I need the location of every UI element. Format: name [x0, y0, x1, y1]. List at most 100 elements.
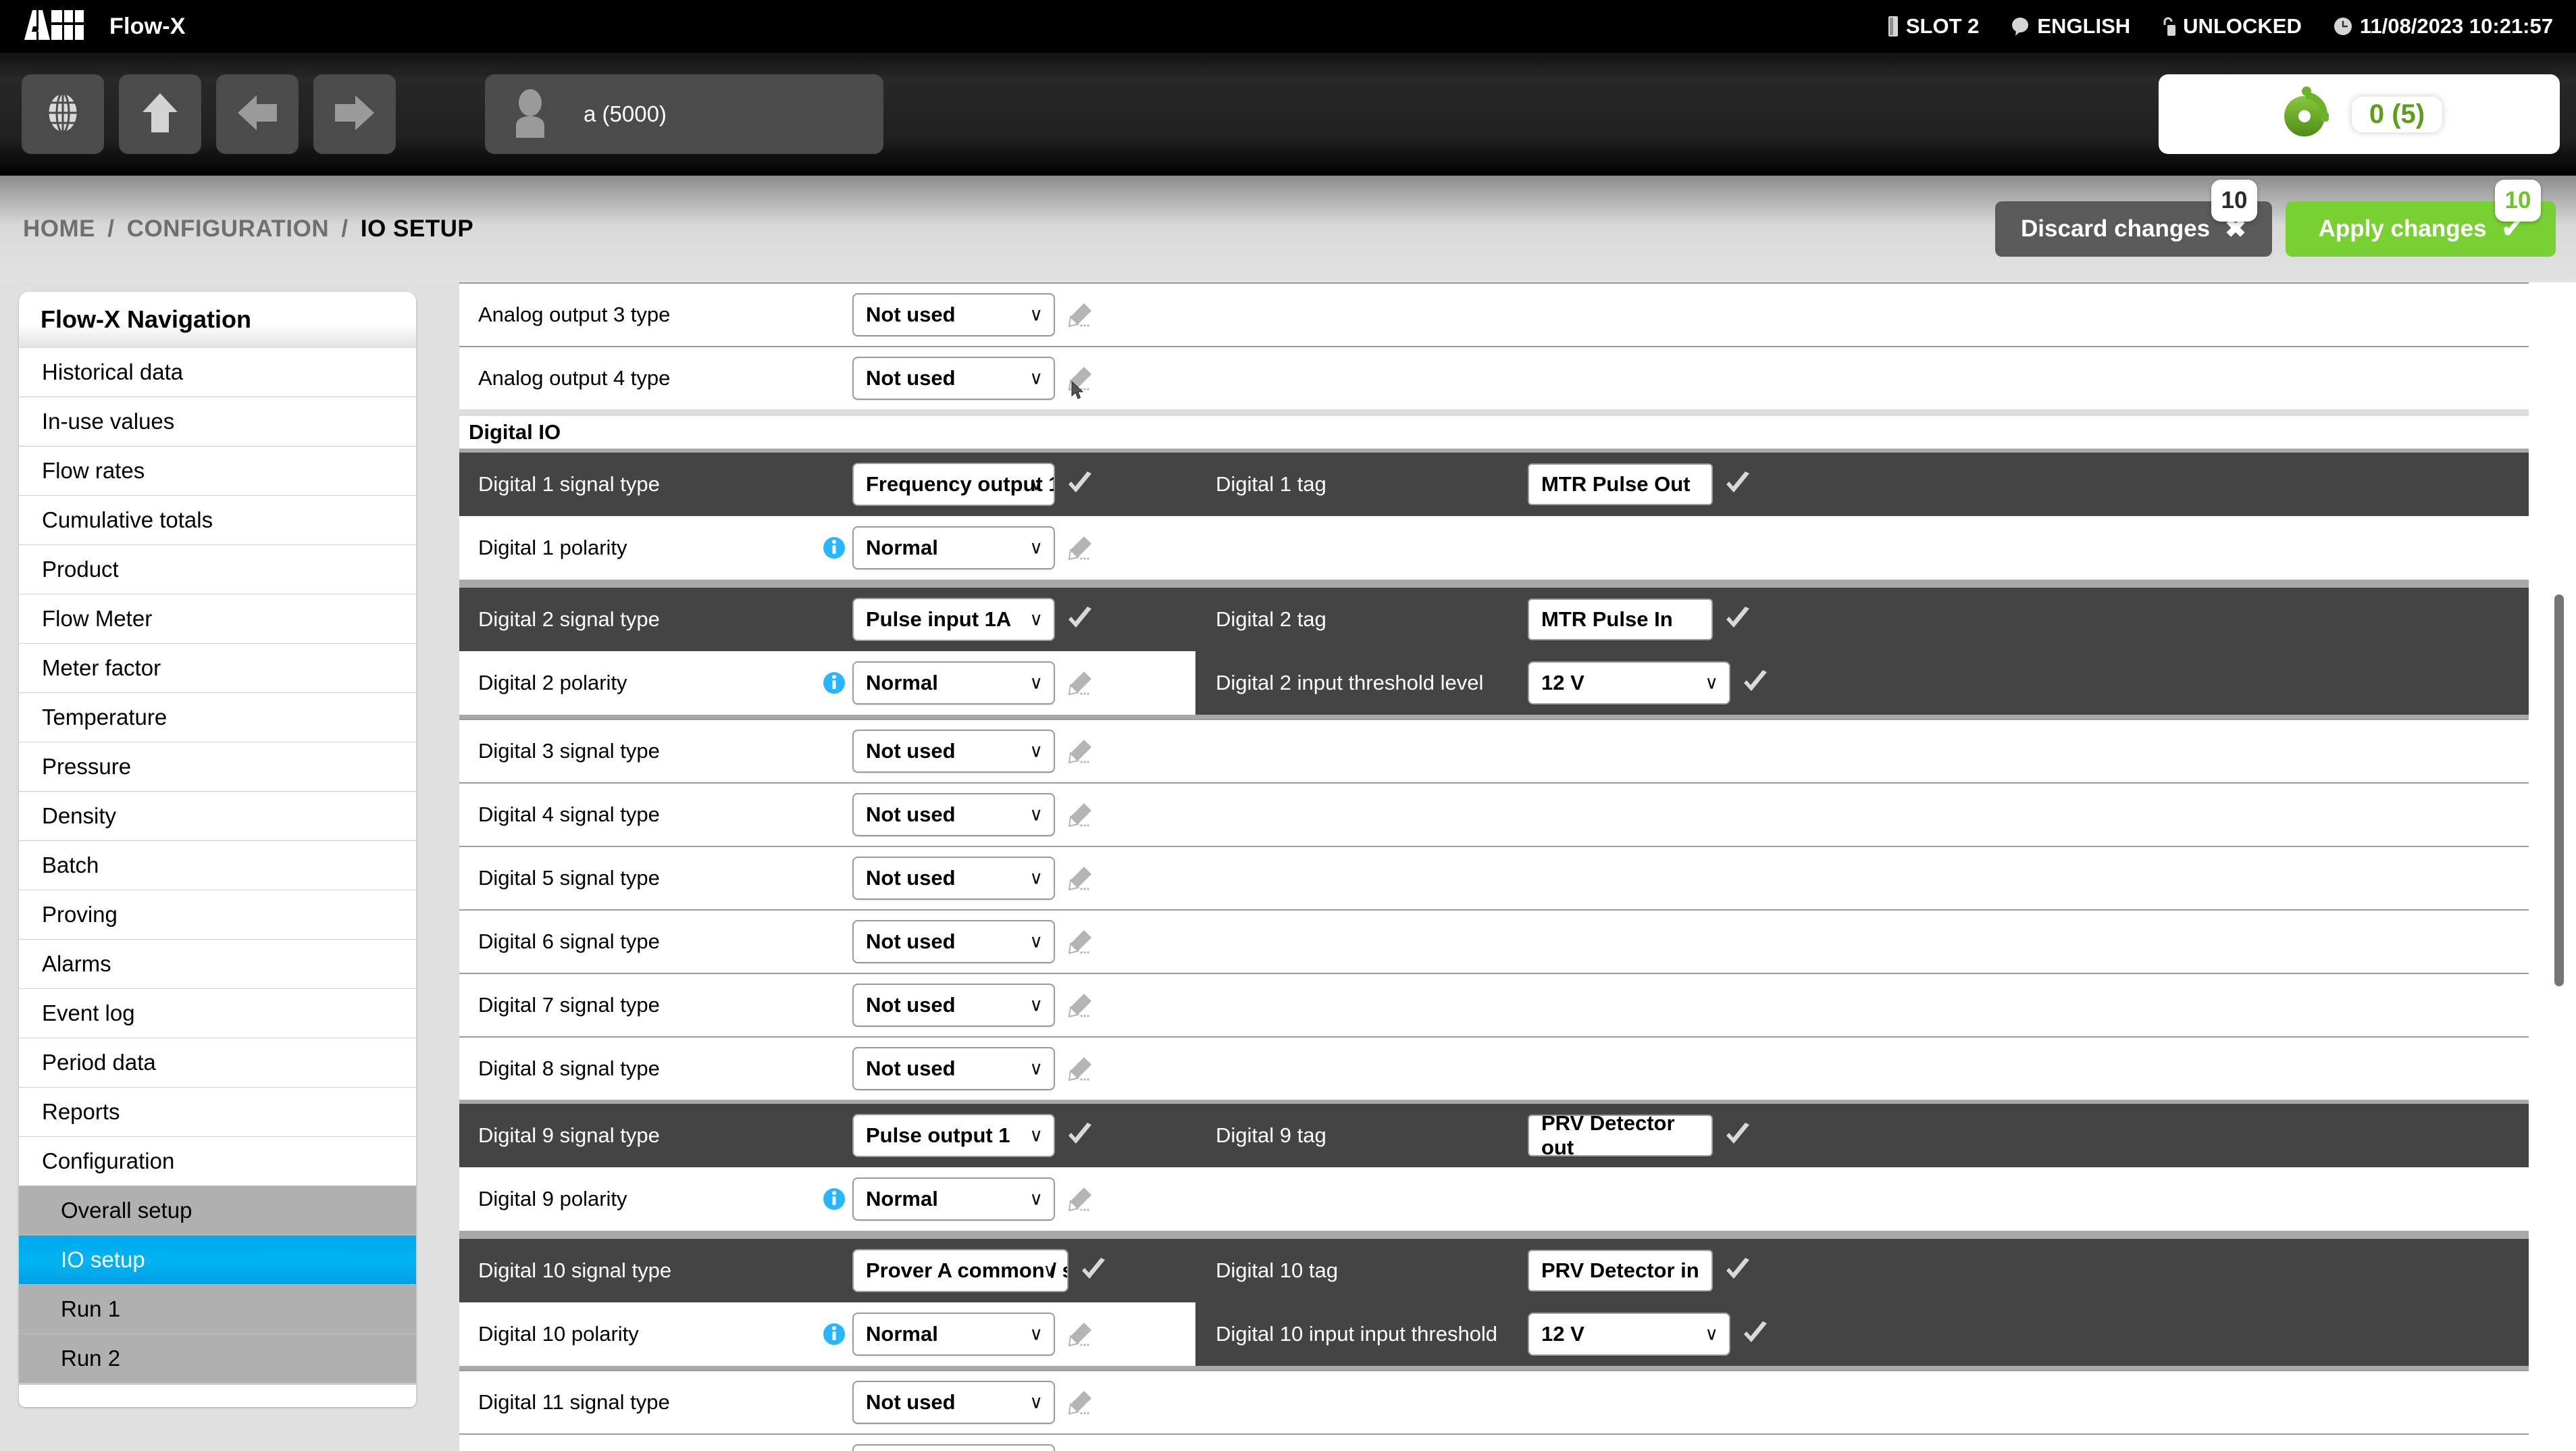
digital-12-signal-type-select[interactable]: Not used∨ — [852, 1444, 1055, 1451]
analog-output-label: Analog output 3 type — [478, 303, 671, 326]
sidebar-item-label: Flow rates — [42, 458, 145, 483]
sidebar-item-reports[interactable]: Reports — [19, 1087, 416, 1136]
confirm-check-icon[interactable] — [1060, 605, 1100, 634]
sidebar-item-overall-setup[interactable]: Overall setup — [19, 1186, 416, 1235]
discard-changes-badge: 10 — [2211, 180, 2257, 222]
digital-signal-row: Digital 2 signal type Pulse input 1A ∨ — [459, 588, 1195, 651]
globe-button[interactable] — [22, 74, 104, 154]
sidebar-item-label: In-use values — [42, 409, 175, 434]
edit-pencil-icon[interactable] — [1060, 1321, 1100, 1348]
digital-2-polarity-select[interactable]: Normal ∨ — [852, 661, 1055, 705]
sidebar-item-label: Event log — [42, 1000, 135, 1025]
confirm-check-icon[interactable] — [1718, 469, 1757, 499]
edit-pencil-icon[interactable] — [1060, 1055, 1100, 1082]
edit-pencil-icon[interactable] — [1060, 738, 1100, 765]
sidebar-item-flow-rates[interactable]: Flow rates — [19, 446, 416, 495]
info-icon[interactable] — [820, 1187, 848, 1211]
digital-5-signal-type-select[interactable]: Not used ∨ — [852, 857, 1055, 900]
digital-polarity-row: Digital 10 polarity Normal ∨ — [459, 1302, 1195, 1366]
sidebar-item-run-2[interactable]: Run 2 — [19, 1333, 416, 1383]
sidebar-item-io-setup[interactable]: IO setup — [19, 1235, 416, 1284]
digital-9-tag-input[interactable]: PRV Detector out — [1528, 1111, 1713, 1159]
edit-pencil-icon[interactable] — [1060, 865, 1100, 892]
digital-10-signal-type-select[interactable]: Prover A common / start (A)∨ — [852, 1249, 1068, 1292]
analog-output-4-type-select[interactable]: Not used ∨ — [852, 357, 1055, 400]
analog-output-3-type-select[interactable]: Not used ∨ — [852, 293, 1055, 336]
edit-pencil-icon[interactable] — [1060, 801, 1100, 828]
confirm-check-icon[interactable] — [1718, 605, 1757, 634]
sidebar-item-configuration[interactable]: Configuration — [19, 1136, 416, 1186]
forward-button[interactable] — [313, 74, 396, 154]
info-icon[interactable] — [820, 671, 848, 695]
sidebar-item-event-log[interactable]: Event log — [19, 988, 416, 1038]
digital-1-polarity-select[interactable]: Normal ∨ — [852, 526, 1055, 569]
digital-1-tag-input[interactable]: MTR Pulse Out — [1528, 463, 1713, 505]
sidebar-item-product[interactable]: Product — [19, 544, 416, 594]
confirm-check-icon[interactable] — [1060, 1121, 1100, 1150]
digital-signal-row: Digital 7 signal type Not used ∨ — [459, 973, 2529, 1036]
digital-9-polarity-select-value: Normal — [866, 1187, 938, 1211]
sidebar-item-flow-meter[interactable]: Flow Meter — [19, 594, 416, 643]
confirm-check-icon[interactable] — [1736, 668, 1775, 698]
digital-7-signal-type-select[interactable]: Not used ∨ — [852, 984, 1055, 1027]
digital-8-signal-type-select[interactable]: Not used ∨ — [852, 1047, 1055, 1090]
edit-pencil-icon[interactable] — [1060, 992, 1100, 1019]
digital-9-polarity-select[interactable]: Normal ∨ — [852, 1177, 1055, 1221]
apply-changes-button[interactable]: Apply changes ✔ 10 — [2286, 180, 2556, 257]
vertical-scrollbar[interactable] — [2554, 594, 2564, 986]
breadcrumb-home[interactable]: HOME — [23, 215, 95, 242]
sidebar-item-batch[interactable]: Batch — [19, 840, 416, 890]
digital-10-threshold-select[interactable]: 12 V ∨ — [1528, 1313, 1730, 1356]
sidebar-item-run-1[interactable]: Run 1 — [19, 1284, 416, 1333]
sidebar-item-density[interactable]: Density — [19, 791, 416, 840]
digital-signal-row: Digital 5 signal type Not used ∨ — [459, 846, 2529, 909]
edit-pencil-icon[interactable] — [1060, 534, 1100, 561]
sidebar-item-label: Historical data — [42, 359, 184, 384]
edit-pencil-icon[interactable] — [1060, 1389, 1100, 1416]
info-icon[interactable] — [820, 536, 848, 560]
sidebar-item-historical-data[interactable]: Historical data — [19, 347, 416, 397]
sidebar-item-pressure[interactable]: Pressure — [19, 742, 416, 791]
digital-4-signal-type-select[interactable]: Not used ∨ — [852, 793, 1055, 836]
confirm-check-icon[interactable] — [1060, 469, 1100, 499]
digital-3-signal-type-select[interactable]: Not used ∨ — [852, 730, 1055, 773]
sidebar-item-temperature[interactable]: Temperature — [19, 692, 416, 742]
digital-2-signal-type-select-value: Pulse input 1A — [866, 607, 1012, 631]
digital-2-threshold-select[interactable]: 12 V ∨ — [1528, 661, 1730, 705]
digital-2-signal-type-select[interactable]: Pulse input 1A ∨ — [852, 598, 1055, 641]
digital-11-signal-type-select[interactable]: Not used ∨ — [852, 1381, 1055, 1424]
digital-tag-label: Digital 9 tag — [1216, 1123, 1326, 1147]
digital-9-signal-type-select[interactable]: Pulse output 1 ∨ — [852, 1114, 1055, 1157]
sidebar-item-period-data[interactable]: Period data — [19, 1038, 416, 1087]
digital-10-polarity-select[interactable]: Normal ∨ — [852, 1313, 1055, 1356]
edit-pencil-icon[interactable] — [1060, 669, 1100, 696]
user-button[interactable]: a (5000) — [485, 74, 883, 154]
confirm-check-icon[interactable] — [1736, 1319, 1775, 1349]
sidebar-item-label: Density — [42, 803, 117, 828]
sidebar-navigation: Flow-X Navigation Historical data In-use … — [19, 292, 416, 1407]
alarm-indicator[interactable]: 0 (5) — [2159, 74, 2560, 154]
digital-2-tag-input[interactable]: MTR Pulse In — [1528, 599, 1713, 640]
sidebar-item-cumulative-totals[interactable]: Cumulative totals — [19, 495, 416, 544]
confirm-check-icon[interactable] — [1718, 1256, 1757, 1285]
sidebar-item-meter-factor[interactable]: Meter factor — [19, 643, 416, 692]
digital-10-tag-input[interactable]: PRV Detector in — [1528, 1250, 1713, 1292]
confirm-check-icon[interactable] — [1718, 1121, 1757, 1150]
sidebar-item-in-use-values[interactable]: In-use values — [19, 397, 416, 446]
edit-pencil-icon[interactable] — [1060, 301, 1100, 328]
sidebar-item-alarms[interactable]: Alarms — [19, 939, 416, 988]
digital-1-tag-input-value: MTR Pulse Out — [1541, 472, 1691, 496]
edit-pencil-icon[interactable] — [1060, 928, 1100, 955]
up-button[interactable] — [119, 74, 201, 154]
arrow-right-icon — [334, 93, 376, 136]
confirm-check-icon[interactable] — [1074, 1256, 1113, 1285]
digital-1-signal-type-select[interactable]: Frequency output 1 ∨ — [852, 463, 1055, 506]
digital-6-signal-type-select[interactable]: Not used ∨ — [852, 920, 1055, 963]
edit-pencil-icon[interactable] — [1060, 1186, 1100, 1213]
back-button[interactable] — [216, 74, 299, 154]
sidebar-item-proving[interactable]: Proving — [19, 890, 416, 939]
info-icon[interactable] — [820, 1322, 848, 1346]
breadcrumb-configuration[interactable]: CONFIGURATION — [127, 215, 329, 242]
discard-changes-button[interactable]: Discard changes ✖ 10 — [1995, 180, 2272, 257]
chevron-down-icon: ∨ — [1705, 672, 1718, 693]
